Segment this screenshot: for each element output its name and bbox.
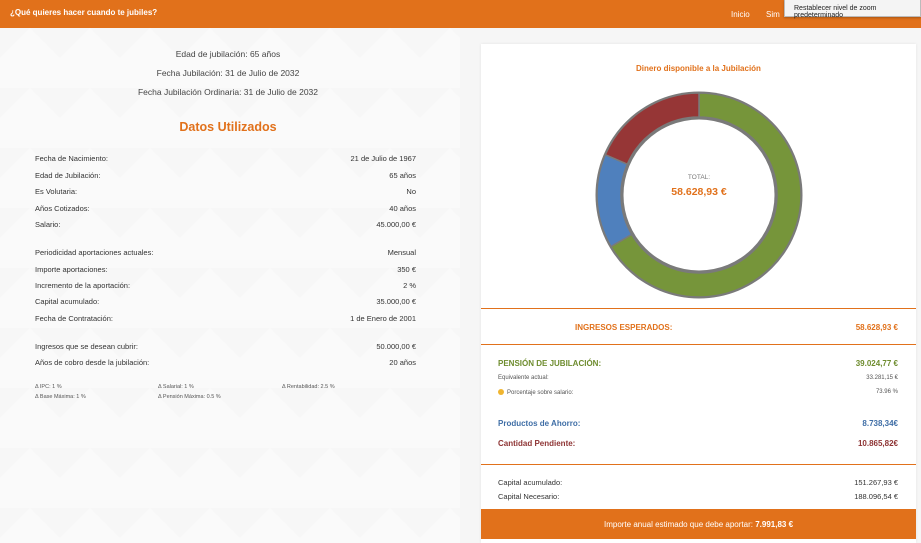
divider [481,464,916,465]
data-row: Fecha de Nacimiento: 21 de Julio de 1967 [35,154,416,166]
capital-necesario-row: Capital Necesario: 188.096,54 € [498,492,898,504]
capital-necesario-value: 188.096,54 € [854,492,898,501]
data-row: Salario: 45.000,00 € [35,220,416,232]
data-value: 20 años [389,358,416,367]
data-label: Importe aportaciones: [35,265,108,274]
productos-row: Productos de Ahorro: 8.738,34€ [498,419,898,431]
data-label: Fecha de Nacimiento: [35,154,108,163]
pension-row: PENSIÓN DE JUBILACIÓN: 39.024,77 € [498,359,898,371]
porcentaje-row: Porcentaje sobre salario: 73.96 % [498,389,898,399]
data-value: 2 % [403,281,416,290]
sun-icon [498,389,504,395]
data-value: 40 años [389,204,416,213]
data-row: Años Cotizados: 40 años [35,204,416,216]
data-row: Incremento de la aportación: 2 % [35,281,416,293]
fine-rentabilidad: Δ Rentabilidad: 2.5 % [282,384,335,390]
data-value: No [406,187,416,196]
equivalente-row: Equivalente actual: 33.281,15 € [498,375,898,385]
ingresos-label: INGRESOS ESPERADOS: [575,323,673,332]
data-label: Capital acumulado: [35,297,100,306]
donut-total-value: 58.628,93 € [671,186,727,198]
data-value: 35.000,00 € [376,297,416,306]
data-label: Años Cotizados: [35,204,90,213]
pendiente-row: Cantidad Pendiente: 10.865,82€ [498,439,898,451]
equivalente-value: 33.281,15 € [866,375,898,381]
donut-total-label: TOTAL: [687,174,711,181]
aportacion-value: 7.991,83 € [755,520,794,529]
data-value: Mensual [387,248,416,257]
pendiente-value: 10.865,82€ [857,439,898,448]
summary-fecha: Fecha Jubilación: 31 de Julio de 2032 [156,68,300,78]
data-row: Edad de Jubilación: 65 años [35,171,416,183]
divider [481,344,916,345]
productos-value: 8.738,34€ [862,419,898,428]
data-value: 45.000,00 € [376,220,416,229]
nav-inicio[interactable]: Inicio [731,10,750,19]
data-row: Periodicidad aportaciones actuales: Mens… [35,248,416,260]
top-bar: ¿Qué quieres hacer cuando te jubiles? In… [0,0,921,28]
capital-necesario-label: Capital Necesario: [498,492,560,501]
data-label: Ingresos que se desean cubrir: [35,342,138,351]
nav-simulador[interactable]: Sim [766,10,780,19]
site-title[interactable]: ¿Qué quieres hacer cuando te jubiles? [10,8,157,17]
fine-base-maxima: Δ Base Máxima: 1 % [35,394,86,400]
data-value: 65 años [389,171,416,180]
fine-pension-maxima: Δ Pensión Máxima: 0.5 % [158,394,221,400]
porcentaje-label: Porcentaje sobre salario: [507,390,574,396]
fine-salarial: Δ Salarial: 1 % [158,384,194,390]
pendiente-label: Cantidad Pendiente: [498,439,576,448]
chart-title: Dinero disponible a la Jubilación [636,64,761,73]
data-value: 50.000,00 € [376,342,416,351]
data-row: Capital acumulado: 35.000,00 € [35,297,416,309]
summary-fecha-ordinaria: Fecha Jubilación Ordinaria: 31 de Julio … [137,87,319,97]
pension-value: 39.024,77 € [855,359,898,368]
datos-column: Edad de jubilación: 65 años Fecha Jubila… [0,28,460,543]
porcentaje-value: 73.96 % [875,389,898,395]
data-label: Periodicidad aportaciones actuales: [35,248,154,257]
data-row: Importe aportaciones: 350 € [35,265,416,277]
data-label: Años de cobro desde la jubilación: [35,358,150,367]
data-row: Es Volutaria: No [35,187,416,199]
porcentaje-label-wrap: Porcentaje sobre salario: [498,389,573,396]
summary-edad: Edad de jubilación: 65 años [175,49,281,59]
data-label: Fecha de Contratación: [35,314,113,323]
capital-acumulado-label: Capital acumulado: [498,478,563,487]
data-value: 350 € [397,265,416,274]
ingresos-row: INGRESOS ESPERADOS: 58.628,93 € [498,323,898,335]
data-value: 21 de Julio de 1967 [350,154,416,163]
data-value: 1 de Enero de 2001 [350,314,416,323]
data-label: Es Volutaria: [35,187,78,196]
data-row: Años de cobro desde la jubilación: 20 añ… [35,358,416,370]
data-label: Incremento de la aportación: [35,281,131,290]
divider [481,308,916,309]
data-label: Edad de Jubilación: [35,171,101,180]
zoom-reset-tooltip[interactable]: Restablecer nivel de zoom predeterminado [784,0,921,19]
data-row: Ingresos que se desean cubrir: 50.000,00… [35,342,416,354]
data-row: Fecha de Contratación: 1 de Enero de 200… [35,314,416,326]
ingresos-value: 58.628,93 € [855,323,898,332]
capital-acumulado-row: Capital acumulado: 151.267,93 € [498,478,898,490]
data-label: Salario: [35,220,61,229]
fine-ipc: Δ IPC: 1 % [35,384,62,390]
productos-label: Productos de Ahorro: [498,419,581,428]
capital-acumulado-value: 151.267,93 € [854,478,898,487]
results-panel: Dinero disponible a la Jubilación TOTAL:… [481,44,916,543]
aportacion-banner: Importe anual estimado que debe aportar:… [481,509,916,539]
equivalente-label: Equivalente actual: [498,375,549,381]
section-title-datos: Datos Utilizados [179,120,277,134]
pension-label: PENSIÓN DE JUBILACIÓN: [498,359,602,368]
aportacion-text: Importe anual estimado que debe aportar: [603,520,756,529]
